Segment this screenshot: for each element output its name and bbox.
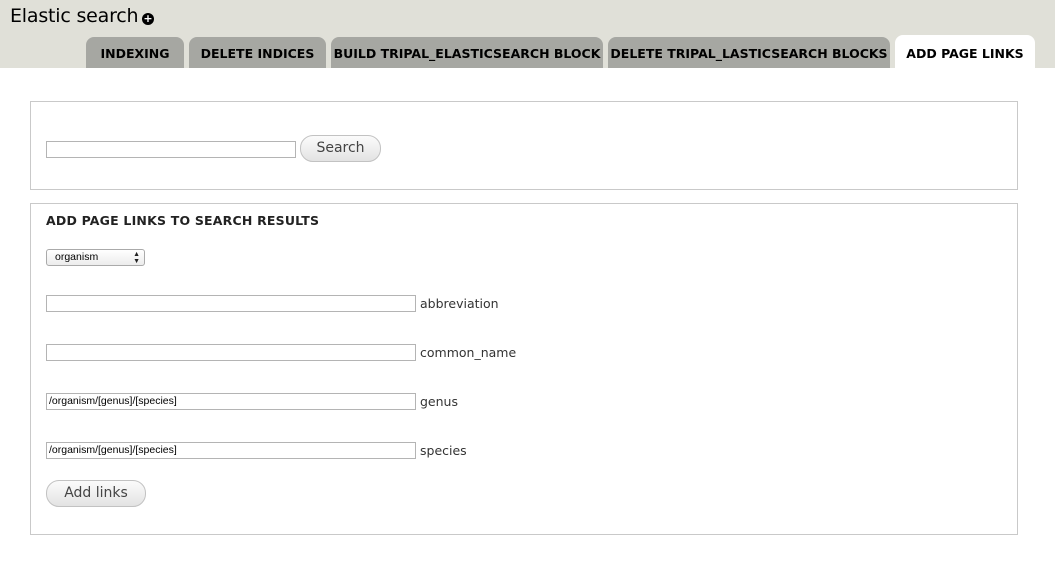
common-name-field[interactable] [46, 344, 416, 361]
tab-delete-indices[interactable]: DELETE INDICES [189, 37, 326, 68]
page-header: Elastic search + INDEXING DELETE INDICES… [0, 0, 1055, 69]
tab-add-page-links[interactable]: ADD PAGE LINKS [895, 35, 1035, 69]
plus-circle-icon[interactable]: + [142, 13, 154, 25]
species-label: species [420, 443, 467, 458]
page-title: Elastic search [10, 5, 139, 27]
tab-bar: INDEXING DELETE INDICES BUILD TRIPAL_ELA… [0, 35, 1055, 69]
tab-indexing[interactable]: INDEXING [86, 37, 184, 68]
table-select[interactable]: organism ▲ ▼ [46, 249, 145, 266]
species-field[interactable]: /organism/[genus]/[species] [46, 442, 416, 459]
abbreviation-field[interactable] [46, 295, 416, 312]
updown-arrows-icon: ▲ ▼ [133, 251, 140, 265]
genus-field[interactable]: /organism/[genus]/[species] [46, 393, 416, 410]
common-name-label: common_name [420, 345, 517, 360]
tab-build-block[interactable]: BUILD TRIPAL_ELASTICSEARCH BLOCK [331, 37, 603, 68]
table-select-value: organism [55, 251, 99, 263]
abbreviation-label: abbreviation [420, 296, 499, 311]
tab-delete-blocks[interactable]: DELETE TRIPAL_LASTICSEARCH BLOCKS [608, 37, 890, 68]
search-form: Search [30, 101, 1018, 190]
search-button[interactable]: Search [300, 135, 381, 162]
genus-label: genus [420, 394, 458, 409]
search-input[interactable] [46, 141, 296, 158]
add-page-links-form: ADD PAGE LINKS TO SEARCH RESULTS organis… [30, 203, 1018, 535]
section-title: ADD PAGE LINKS TO SEARCH RESULTS [46, 213, 320, 228]
add-links-button[interactable]: Add links [46, 480, 146, 507]
